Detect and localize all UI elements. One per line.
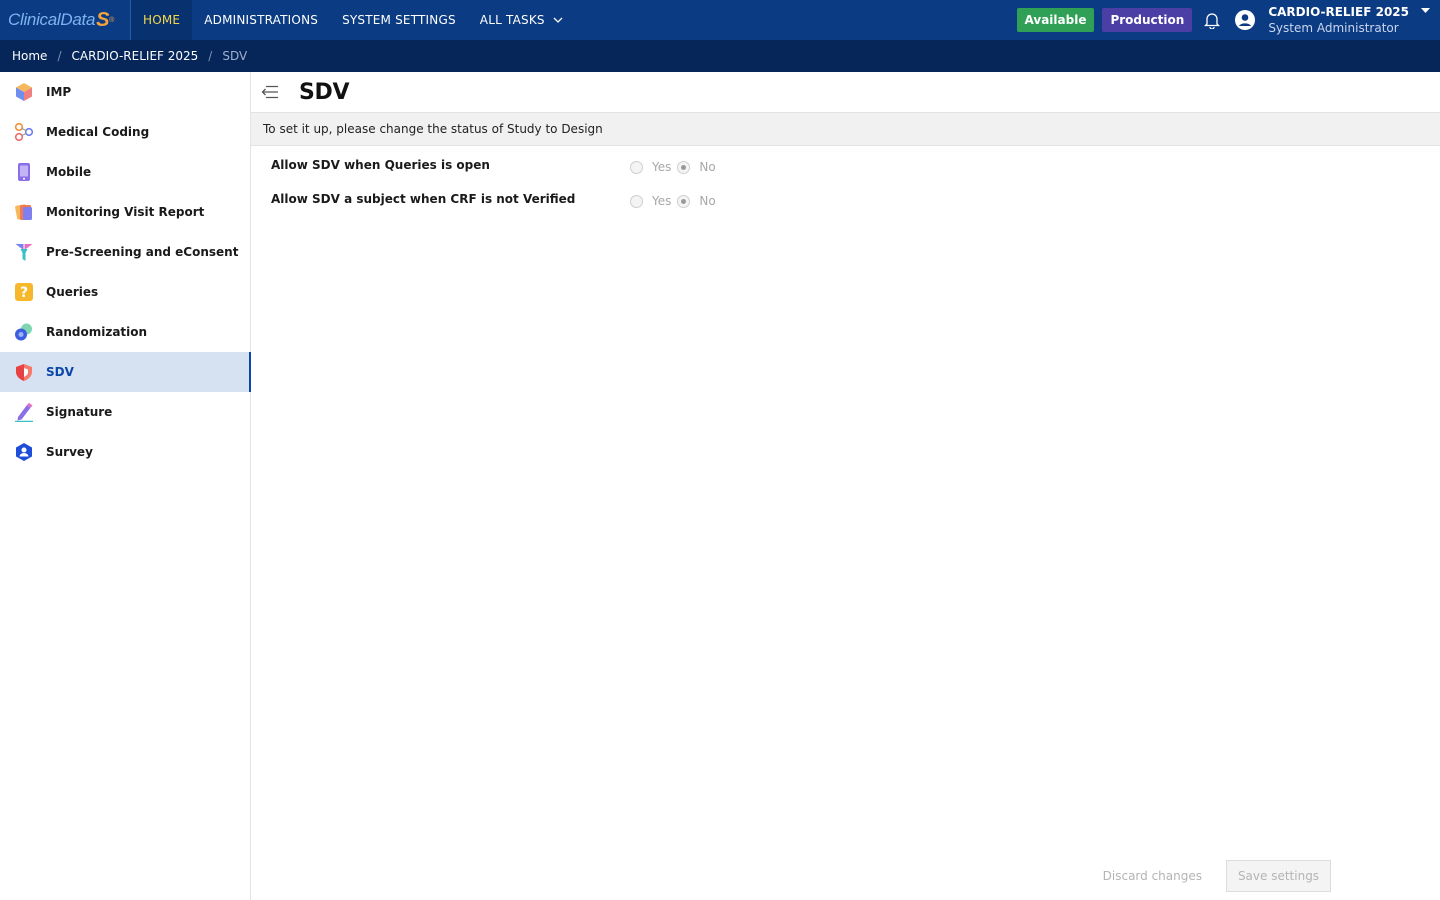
breadcrumb-study[interactable]: CARDIO-RELIEF 2025 [71, 49, 198, 63]
sidebar-item-mobile[interactable]: Mobile [0, 152, 250, 192]
sidebar-item-randomization[interactable]: Randomization [0, 312, 250, 352]
main-content: SDV To set it up, please change the stat… [251, 72, 1440, 900]
bell-icon[interactable] [1202, 10, 1222, 30]
radio-yes-label: Yes [652, 160, 672, 174]
setting-row-queries-open: Allow SDV when Queries is open Yes No [251, 152, 1440, 186]
question-icon: ? [13, 281, 35, 303]
sidebar-item-survey[interactable]: Survey [0, 432, 250, 472]
top-navigation-bar: ClinicalData S ® HOME ADMINISTRATIONS SYST… [0, 0, 1440, 40]
svg-text:?: ? [20, 285, 28, 301]
radio-no[interactable] [677, 160, 691, 174]
radio-yes[interactable] [630, 194, 643, 208]
status-badge: Available [1016, 8, 1095, 32]
molecule-icon [13, 121, 35, 143]
logo-registered-mark: ® [109, 16, 115, 24]
radio-no-label: No [699, 160, 716, 174]
pen-icon [13, 401, 35, 423]
sidebar-item-pre-screening-and-econsent[interactable]: Pre-Screening and eConsent [0, 232, 250, 272]
radio-group-queries-open: Yes No [630, 160, 722, 174]
shield-icon [13, 361, 35, 383]
radio-yes-label: Yes [652, 194, 672, 208]
nav-administrations-label: ADMINISTRATIONS [204, 13, 319, 27]
cube-icon [13, 81, 35, 103]
sidebar-item-label: IMP [46, 85, 72, 99]
sdv-settings-form: Allow SDV when Queries is open Yes No Al… [251, 146, 1440, 220]
radio-yes[interactable] [630, 160, 643, 174]
collapse-sidebar-icon[interactable] [261, 82, 281, 102]
circles-icon [13, 321, 35, 343]
caret-down-icon[interactable] [1421, 6, 1430, 17]
user-role: System Administrator [1268, 21, 1399, 35]
user-menu[interactable]: CARDIO-RELIEF 2025 System Administrator [1268, 4, 1409, 36]
sidebar-item-label: Monitoring Visit Report [46, 205, 205, 219]
sidebar-item-label: Signature [46, 405, 113, 419]
radio-group-crf-not-verified: Yes No [630, 194, 722, 208]
sidebar-item-medical-coding[interactable]: Medical Coding [0, 112, 250, 152]
sidebar-item-label: Randomization [46, 325, 148, 339]
top-right-tools: Available Production CARDIO-RELIEF 2025 … [1016, 0, 1440, 40]
phone-icon [13, 161, 35, 183]
user-avatar-icon[interactable] [1234, 9, 1256, 31]
radio-no-label: No [699, 194, 716, 208]
funnel-icon [13, 241, 35, 263]
nav-all-tasks[interactable]: ALL TASKS [468, 0, 575, 40]
current-study-name: CARDIO-RELIEF 2025 [1268, 5, 1409, 19]
sidebar-item-imp[interactable]: IMP [0, 72, 250, 112]
page-title: SDV [299, 79, 350, 105]
nav-home-label: HOME [143, 13, 181, 27]
report-icon [13, 201, 35, 223]
sidebar-item-monitoring-visit-report[interactable]: Monitoring Visit Report [0, 192, 250, 232]
breadcrumb-separator: / [57, 49, 62, 63]
design-status-notice: To set it up, please change the status o… [251, 113, 1440, 146]
save-settings-button[interactable]: Save settings [1226, 860, 1331, 892]
chevron-down-icon [553, 15, 563, 26]
sidebar: IMP Medical Coding Mobile Monitoring Vis… [0, 72, 251, 900]
environment-badge: Production [1102, 8, 1193, 32]
setting-row-crf-not-verified: Allow SDV a subject when CRF is not Veri… [251, 186, 1440, 220]
clinicaldata-logo[interactable]: ClinicalData S ® [0, 0, 131, 40]
nav-home[interactable]: HOME [131, 0, 193, 40]
breadcrumb-current: SDV [222, 49, 248, 63]
setting-label: Allow SDV a subject when CRF is not Veri… [271, 192, 576, 206]
breadcrumb-home[interactable]: Home [12, 49, 47, 63]
sidebar-item-label: Pre-Screening and eConsent [46, 245, 239, 259]
sidebar-item-label: Medical Coding [46, 125, 150, 139]
logo-text: ClinicalData [8, 10, 96, 29]
sidebar-item-label: SDV [46, 365, 74, 379]
radio-no[interactable] [677, 194, 691, 208]
logo-mark: S [96, 8, 110, 31]
person-hex-icon [13, 441, 35, 463]
sidebar-item-sdv[interactable]: SDV [0, 352, 251, 392]
sidebar-item-queries[interactable]: ? Queries [0, 272, 250, 312]
discard-changes-button[interactable]: Discard changes [1103, 869, 1202, 883]
sidebar-item-label: Queries [46, 285, 99, 299]
form-actions: Discard changes Save settings [1103, 860, 1331, 892]
nav-administrations[interactable]: ADMINISTRATIONS [192, 0, 330, 40]
nav-system-settings[interactable]: SYSTEM SETTINGS [330, 0, 468, 40]
nav-all-tasks-label: ALL TASKS [479, 13, 545, 27]
page-header: SDV [251, 72, 1440, 113]
sidebar-item-label: Survey [46, 445, 93, 459]
sidebar-item-signature[interactable]: Signature [0, 392, 250, 432]
sidebar-item-label: Mobile [46, 165, 92, 179]
breadcrumb: Home / CARDIO-RELIEF 2025 / SDV [0, 40, 1440, 72]
setting-label: Allow SDV when Queries is open [271, 158, 490, 172]
nav-system-settings-label: SYSTEM SETTINGS [342, 13, 456, 27]
breadcrumb-separator: / [208, 49, 213, 63]
